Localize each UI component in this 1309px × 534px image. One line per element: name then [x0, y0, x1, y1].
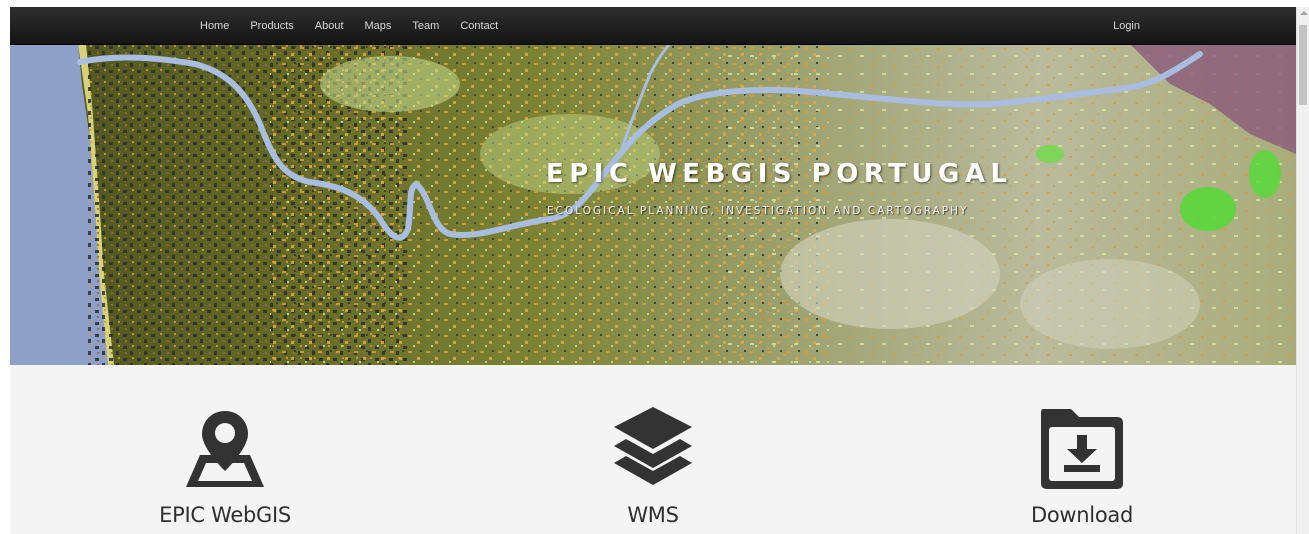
- layers-icon: [614, 407, 692, 485]
- features-section: EPIC WebGIS WMS Download: [10, 365, 1296, 534]
- hero-banner: EPIC WEBGIS PORTUGAL ECOLOGICAL PLANNING…: [10, 44, 1296, 365]
- download-folder-icon: [1041, 409, 1123, 489]
- hero-title: EPIC WEBGIS PORTUGAL: [546, 159, 1013, 189]
- nav-home[interactable]: Home: [200, 20, 229, 32]
- scroll-up-icon[interactable]: [1300, 11, 1308, 15]
- feature-wms[interactable]: WMS: [523, 365, 783, 534]
- nav-products[interactable]: Products: [250, 20, 293, 32]
- feature-epic-webgis[interactable]: EPIC WebGIS: [95, 365, 355, 534]
- feature-label-epic-webgis: EPIC WebGIS: [159, 503, 291, 527]
- nav-team[interactable]: Team: [412, 20, 439, 32]
- page-scrollbar[interactable]: [1296, 7, 1309, 534]
- nav-links: Home Products About Maps Team Contact: [200, 7, 498, 44]
- nav-about[interactable]: About: [315, 20, 344, 32]
- login-link[interactable]: Login: [1113, 7, 1140, 44]
- hero-subtitle: ECOLOGICAL PLANNING, INVESTIGATION AND C…: [547, 205, 969, 217]
- nav-maps[interactable]: Maps: [365, 20, 392, 32]
- page-viewport: Home Products About Maps Team Contact Lo…: [10, 7, 1296, 534]
- navbar: Home Products About Maps Team Contact Lo…: [10, 7, 1296, 45]
- feature-label-wms: WMS: [627, 503, 679, 527]
- scrollbar-thumb[interactable]: [1299, 25, 1307, 105]
- map-pin-icon: [186, 411, 264, 487]
- nav-contact[interactable]: Contact: [460, 20, 498, 32]
- feature-label-download: Download: [1031, 503, 1133, 527]
- feature-download[interactable]: Download: [952, 365, 1212, 534]
